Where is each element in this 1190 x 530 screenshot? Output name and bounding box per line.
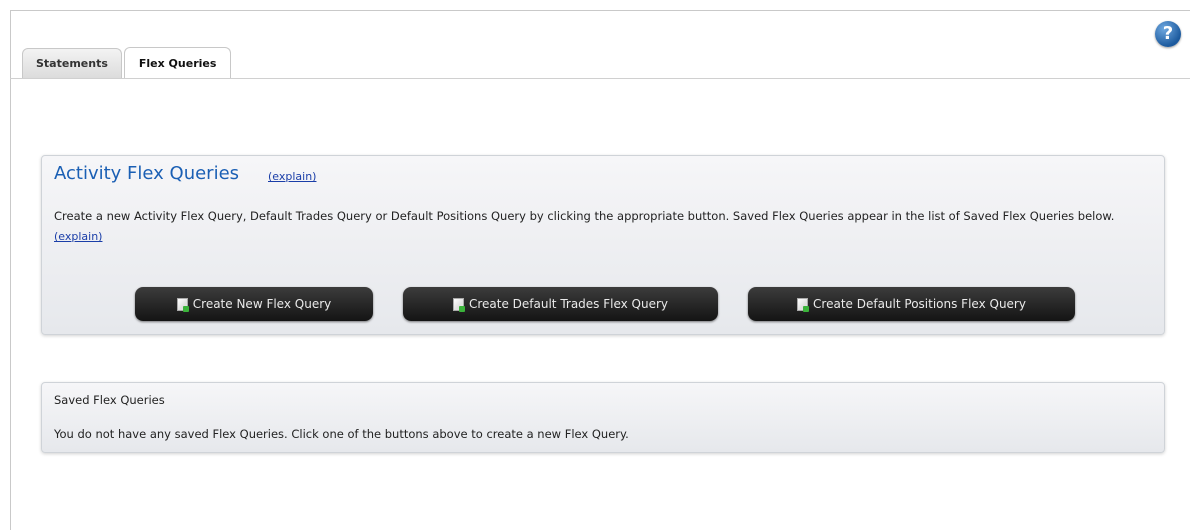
activity-description-text: Create a new Activity Flex Query, Defaul… bbox=[54, 209, 1115, 223]
create-default-trades-button[interactable]: Create Default Trades Flex Query bbox=[403, 287, 718, 321]
create-default-positions-button[interactable]: Create Default Positions Flex Query bbox=[748, 287, 1075, 321]
activity-description: Create a new Activity Flex Query, Defaul… bbox=[54, 206, 1154, 247]
activity-flex-queries-panel: Activity Flex Queries (explain) Create a… bbox=[41, 155, 1165, 335]
create-default-trades-label: Create Default Trades Flex Query bbox=[468, 297, 669, 311]
tab-flex-queries[interactable]: Flex Queries bbox=[123, 47, 232, 79]
help-icon[interactable]: ? bbox=[1155, 21, 1181, 47]
create-new-flex-query-button[interactable]: Create New Flex Query bbox=[135, 287, 373, 321]
tab-bar: Statements Flex Queries bbox=[22, 46, 233, 79]
create-new-flex-query-label: Create New Flex Query bbox=[192, 297, 332, 311]
new-document-icon bbox=[176, 297, 189, 312]
saved-title: Saved Flex Queries bbox=[54, 393, 165, 407]
saved-empty-message: You do not have any saved Flex Queries. … bbox=[54, 427, 629, 441]
title-explain-link[interactable]: (explain) bbox=[268, 170, 316, 183]
description-explain-link[interactable]: (explain) bbox=[54, 230, 102, 243]
new-document-icon bbox=[797, 297, 810, 312]
saved-flex-queries-panel: Saved Flex Queries You do not have any s… bbox=[41, 382, 1165, 453]
new-document-icon bbox=[452, 297, 465, 312]
tab-divider bbox=[10, 78, 1190, 79]
activity-title: Activity Flex Queries bbox=[54, 163, 240, 184]
tab-statements[interactable]: Statements bbox=[22, 48, 122, 78]
create-default-positions-label: Create Default Positions Flex Query bbox=[813, 297, 1026, 311]
